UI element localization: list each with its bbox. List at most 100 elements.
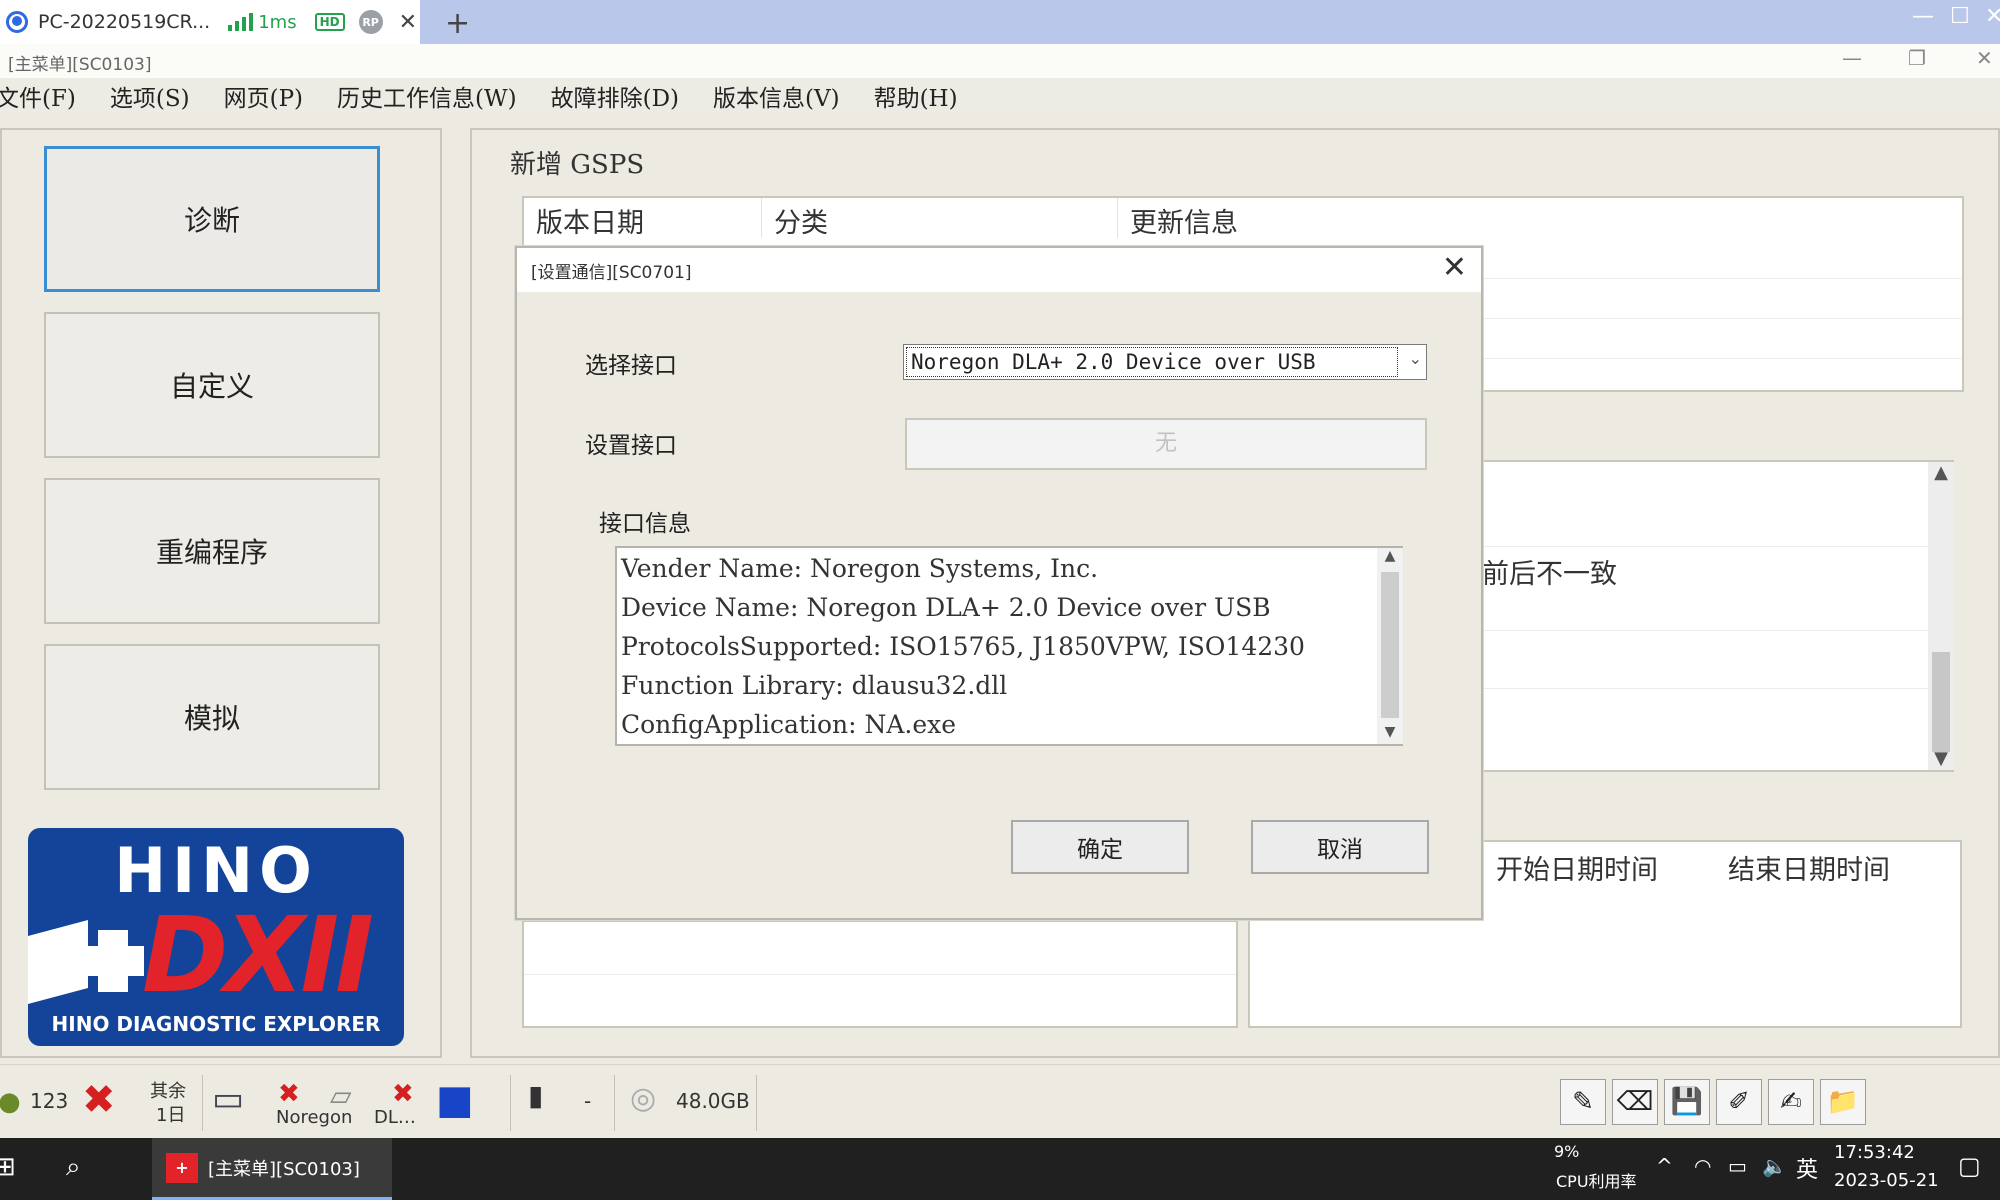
info-line: ConfigApplication: NA.exe xyxy=(621,710,957,739)
clock-time[interactable]: 17:53:42 xyxy=(1834,1142,1915,1163)
folder-tool-icon[interactable]: 📁 xyxy=(1820,1079,1866,1125)
logo-product: DXII xyxy=(142,894,374,1016)
close-tab-icon[interactable]: ✕ xyxy=(399,10,417,35)
custom-button[interactable]: 自定义 xyxy=(44,312,380,458)
app-title: [主菜单][SC0103] xyxy=(8,55,152,75)
add-tab-icon[interactable]: + xyxy=(445,6,470,41)
cancel-button[interactable]: 取消 xyxy=(1251,820,1429,874)
dl-error-icon: ✖ xyxy=(392,1079,414,1109)
laptop-icon: ▭ xyxy=(212,1079,245,1119)
volume-icon[interactable]: 🔈 xyxy=(1762,1154,1787,1178)
notification-icon[interactable]: ▢ xyxy=(1958,1152,1981,1180)
scroll-down-icon[interactable]: ▼ xyxy=(1928,748,1954,769)
menu-help[interactable]: 帮助(H) xyxy=(874,79,958,113)
dialog-title: [设置通信][SC0701] xyxy=(531,263,692,283)
menu-history[interactable]: 历史工作信息(W) xyxy=(337,79,517,113)
hino-app-icon: + xyxy=(166,1152,198,1183)
scrollbar-thumb[interactable] xyxy=(1932,652,1950,752)
close-window-icon[interactable]: ✕ xyxy=(1985,4,2000,29)
rp-icon[interactable]: RP xyxy=(358,10,383,34)
remaining-days: 1日 xyxy=(156,1105,186,1126)
dialog-titlebar: [设置通信][SC0701] ✕ xyxy=(517,248,1481,292)
diagnose-button[interactable]: 诊断 xyxy=(44,146,380,292)
setup-communication-dialog: [设置通信][SC0701] ✕ 选择接口 Noregon DLA+ 2.0 D… xyxy=(515,246,1483,920)
windows-start-icon[interactable]: ⊞ xyxy=(0,1152,16,1182)
select-interface-label: 选择接口 xyxy=(585,353,677,379)
app-titlebar: [主菜单][SC0103] — ❐ ✕ xyxy=(0,44,2000,78)
menu-troubleshoot[interactable]: 故障排除(D) xyxy=(551,79,679,113)
ime-indicator[interactable]: 英 xyxy=(1796,1152,1818,1184)
truck-icon: ■ xyxy=(436,1077,474,1123)
battery-level-icon: ● xyxy=(0,1087,21,1117)
reprogram-button[interactable]: 重编程序 xyxy=(44,478,380,624)
network-icon[interactable]: ◠ xyxy=(1694,1154,1711,1178)
power-icon: ▮ xyxy=(528,1079,544,1112)
logo-tagline: HINO DIAGNOSTIC EXPLORER xyxy=(51,1012,381,1036)
taskbar-app-main-menu[interactable]: + [主菜单][SC0103] xyxy=(152,1138,392,1200)
windows-taskbar: ⊞ ⌕ + [主菜单][SC0103] 9% CPU利用率 ^ ◠ ▭ 🔈 英 … xyxy=(0,1138,2000,1200)
page-title: 新增 GSPS xyxy=(510,150,645,180)
scrollbar-thumb[interactable] xyxy=(1381,572,1399,718)
notice-scrollbar[interactable]: ▲ ▼ xyxy=(1928,462,1954,770)
ping-latency: 1ms xyxy=(258,11,297,33)
draw-tool-icon[interactable]: ✍ xyxy=(1768,1079,1814,1125)
column-header-category[interactable]: 分类 xyxy=(762,198,1118,239)
remote-tab-bar: PC-20220519CR... 1ms HD RP ✕ + — ☐ ✕ xyxy=(0,0,2000,44)
column-header-end-datetime[interactable]: 结束日期时间 xyxy=(1728,848,1890,887)
no-connection-icon: ✖ xyxy=(82,1077,116,1123)
save-tool-icon[interactable]: 💾 xyxy=(1664,1079,1710,1125)
disk-icon: ◎ xyxy=(630,1081,657,1116)
pen-tool-icon[interactable]: ✎ xyxy=(1560,1079,1606,1125)
ok-button[interactable]: 确定 xyxy=(1011,820,1189,874)
simulate-button[interactable]: 模拟 xyxy=(44,644,380,790)
cpu-label: CPU利用率 xyxy=(1556,1172,1637,1191)
interface-info-box: Vender Name: Noregon Systems, Inc. Devic… xyxy=(615,546,1403,746)
notice-text: 前后不一致 xyxy=(1482,559,1617,590)
user-icon xyxy=(6,11,28,33)
info-line: Device Name: Noregon DLA+ 2.0 Device ove… xyxy=(621,593,1271,622)
menu-file[interactable]: 文件(F) xyxy=(0,79,76,113)
hino-dx2-logo: HINO DXII HINO DIAGNOSTIC EXPLORER xyxy=(28,828,404,1046)
interface-info-label: 接口信息 xyxy=(599,511,691,537)
app-close-icon[interactable]: ✕ xyxy=(1976,46,1993,70)
column-header-update-info[interactable]: 更新信息 xyxy=(1118,198,1958,239)
dialog-close-icon[interactable]: ✕ xyxy=(1442,250,1467,285)
menu-web[interactable]: 网页(P) xyxy=(224,79,303,113)
app-minimize-icon[interactable]: — xyxy=(1842,46,1862,70)
device-icon: ▱ xyxy=(330,1079,352,1112)
column-header-version-date[interactable]: 版本日期 xyxy=(524,198,762,239)
hd-icon[interactable]: HD xyxy=(314,13,345,31)
remote-session-title: PC-20220519CR... xyxy=(38,11,211,33)
remote-session-tab[interactable]: PC-20220519CR... 1ms HD RP ✕ xyxy=(0,0,420,44)
gsps-table-header: 版本日期 分类 更新信息 xyxy=(524,198,1962,239)
interface-error-icon: ✖ xyxy=(278,1079,300,1109)
taskbar-app-label: [主菜单][SC0103] xyxy=(208,1158,360,1180)
menu-bar: 文件(F) 选项(S) 网页(P) 历史工作信息(W) 故障排除(D) 版本信息… xyxy=(0,78,2000,114)
status-count: 123 xyxy=(30,1089,69,1113)
chevron-down-icon[interactable]: ⌄ xyxy=(1409,349,1422,368)
battery-icon[interactable]: ▭ xyxy=(1728,1154,1747,1178)
setup-interface-label: 设置接口 xyxy=(585,433,677,459)
minimize-icon[interactable]: — xyxy=(1912,4,1934,29)
signal-strength-icon xyxy=(228,13,254,31)
menu-version[interactable]: 版本信息(V) xyxy=(713,79,840,113)
scroll-up-icon[interactable]: ▲ xyxy=(1928,462,1954,483)
scroll-down-icon[interactable]: ▼ xyxy=(1377,724,1403,740)
maximize-icon[interactable]: ☐ xyxy=(1950,4,1970,29)
setup-interface-button[interactable]: 无 xyxy=(905,418,1427,470)
search-icon[interactable]: ⌕ xyxy=(66,1152,81,1183)
clock-date[interactable]: 2023-05-21 xyxy=(1834,1170,1939,1191)
info-scrollbar[interactable]: ▲ ▼ xyxy=(1377,548,1403,744)
dl-status: DL… xyxy=(374,1107,416,1128)
eraser-tool-icon[interactable]: ⌫ xyxy=(1612,1079,1658,1125)
chevron-up-icon[interactable]: ^ xyxy=(1656,1154,1673,1178)
status-bar: ● 123 ✖ 其余 1日 ▭ ✖ Noregon ▱ DL… ✖ ■ ▮ - … xyxy=(0,1064,2000,1138)
scroll-up-icon[interactable]: ▲ xyxy=(1377,548,1403,564)
app-restore-icon[interactable]: ❐ xyxy=(1908,46,1926,70)
highlighter-tool-icon[interactable]: ✐ xyxy=(1716,1079,1762,1125)
disk-free-space: 48.0GB xyxy=(676,1089,750,1113)
column-header-start-datetime[interactable]: 开始日期时间 xyxy=(1496,848,1658,887)
interface-select[interactable]: Noregon DLA+ 2.0 Device over USB ⌄ xyxy=(903,344,1427,380)
menu-options[interactable]: 选项(S) xyxy=(110,79,190,113)
bottom-left-table xyxy=(522,920,1238,1028)
